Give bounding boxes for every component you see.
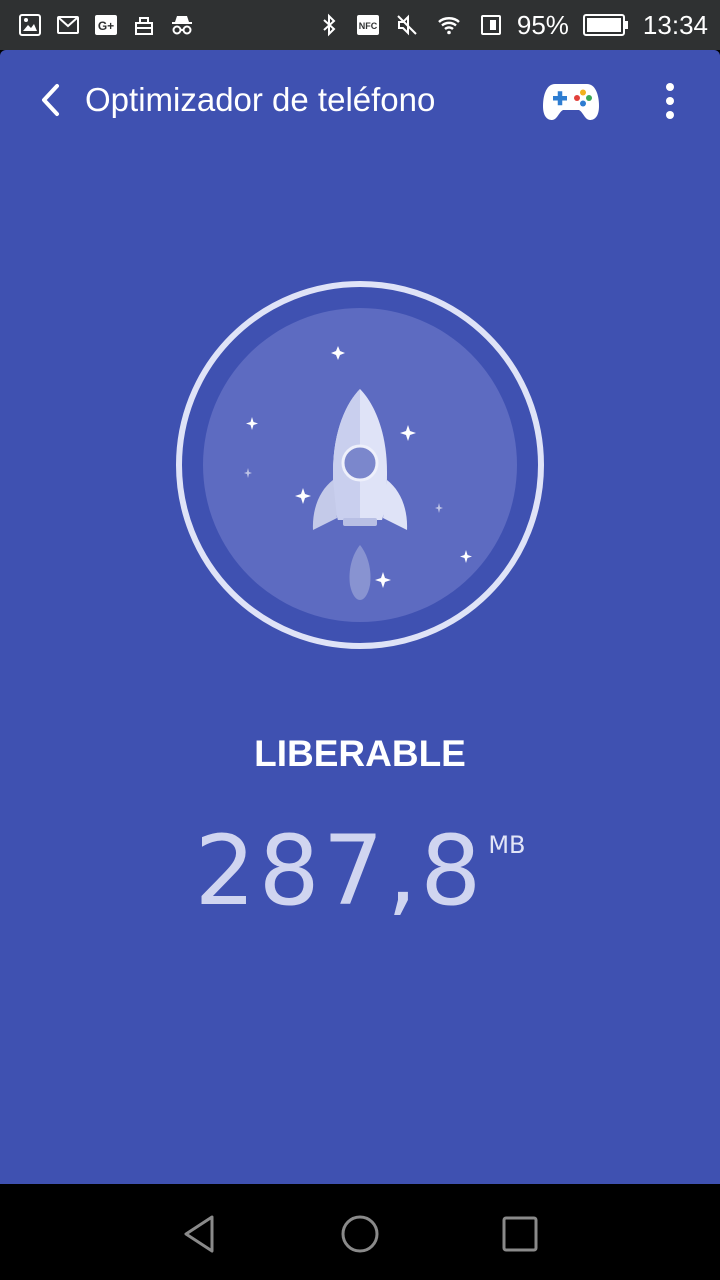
- free-label: LIBERABLE: [254, 733, 466, 774]
- nav-recents-icon[interactable]: [498, 1212, 542, 1256]
- bluetooth-icon: [323, 13, 336, 37]
- shopping-icon: [135, 17, 153, 35]
- gallery-icon: [19, 14, 41, 36]
- status-notification-icons: G+: [18, 13, 194, 37]
- page-title: Optimizador de teléfono: [85, 81, 436, 118]
- battery-icon: [582, 14, 628, 36]
- battery-percent: 95%: [516, 9, 569, 40]
- back-arrow-icon[interactable]: [30, 78, 74, 122]
- silent-mode-icon: [397, 14, 417, 36]
- app-screen: Optimizador de teléfono LIBERABLE 287,8 …: [0, 50, 720, 1184]
- incognito-icon: [172, 16, 192, 35]
- rocket-boost-graphic[interactable]: [175, 280, 545, 650]
- freeable-memory: 287,8 MB: [0, 815, 720, 927]
- clock: 13:34: [642, 9, 708, 40]
- status-system-icons: NFC 95% 13:34: [317, 8, 708, 42]
- toolbar: Optimizador de teléfono: [0, 50, 720, 154]
- freeable-value: 287,8: [194, 815, 485, 927]
- more-options-icon[interactable]: [655, 78, 685, 124]
- freeable-unit: MB: [488, 831, 526, 859]
- mail-icon: [57, 16, 79, 34]
- wifi-icon: [438, 17, 460, 35]
- navigation-bar: [0, 1184, 720, 1280]
- svg-text:G+: G+: [98, 19, 114, 33]
- sim-card-icon: [480, 15, 501, 35]
- google-plus-icon: G+: [95, 15, 117, 35]
- gamepad-icon[interactable]: [541, 78, 601, 124]
- nfc-icon: NFC: [356, 15, 379, 35]
- status-bar: G+ NFC 95% 13:34: [0, 0, 720, 50]
- svg-text:NFC: NFC: [359, 21, 378, 31]
- nav-back-icon[interactable]: [178, 1212, 222, 1256]
- nav-home-icon[interactable]: [338, 1212, 382, 1256]
